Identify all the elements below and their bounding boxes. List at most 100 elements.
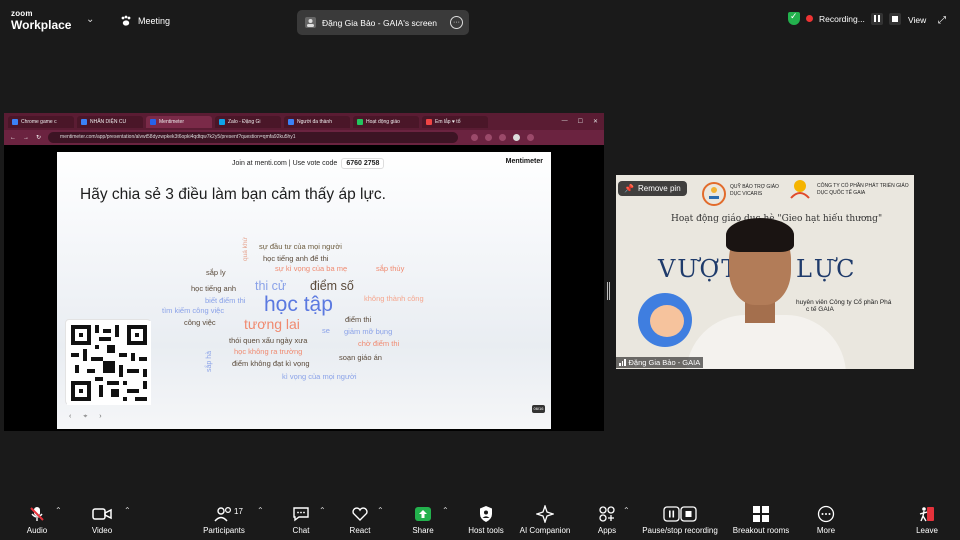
arrow-right-icon[interactable]: › <box>99 413 101 421</box>
apps-button[interactable]: Apps <box>574 504 640 535</box>
audio-options-caret[interactable]: ⌃ <box>55 506 62 515</box>
browser-tab[interactable]: Zalo - Đặng Gi <box>215 115 281 128</box>
share-options-caret[interactable]: ⌃ <box>442 506 449 515</box>
qr-code <box>65 319 151 405</box>
menu-icon[interactable] <box>527 134 535 141</box>
person-hair <box>726 218 794 252</box>
back-icon[interactable]: ← <box>10 135 16 141</box>
browser-tab[interactable]: Người đa thành <box>284 115 350 128</box>
pause-stop-recording-button[interactable]: Pause/stop recording <box>638 504 722 535</box>
word-cloud-item: tương lai <box>244 316 300 332</box>
word-cloud-item: học không ra trường <box>234 347 303 356</box>
join-text: Join at menti.com | Use vote code <box>232 160 338 167</box>
zoom-logo[interactable]: zoom Workplace <box>11 10 71 32</box>
mentimeter-slide: Join at menti.com | Use vote code 6760 2… <box>57 152 551 429</box>
word-cloud-item: học tiếng anh <box>191 284 237 293</box>
forward-icon[interactable]: → <box>23 135 29 141</box>
word-cloud-item: điểm thi <box>345 315 372 324</box>
pause-recording-button[interactable] <box>870 12 883 25</box>
extension-icon[interactable] <box>485 134 493 141</box>
word-cloud-item: không thành công <box>364 294 424 303</box>
minimize-icon[interactable]: — <box>562 118 568 125</box>
video-options-caret[interactable]: ⌃ <box>124 506 131 515</box>
slide-question: Hãy chia sẻ 3 điều làm bạn cảm thấy áp l… <box>80 186 386 203</box>
word-cloud-item: se <box>322 326 330 335</box>
stop-recording-button[interactable] <box>888 12 901 25</box>
org2-name: CÔNG TY CỔ PHẦN PHÁT TRIỂN GIÁO DỤC QUỐC… <box>817 183 909 196</box>
recording-label: Recording... <box>819 13 865 24</box>
maximize-icon[interactable]: ☐ <box>578 118 583 125</box>
reload-icon[interactable]: ↻ <box>36 134 41 141</box>
participant-name: Đặng Gia Bảo - GAIA <box>628 358 701 367</box>
splitter-handle[interactable] <box>607 282 610 300</box>
extension-icon[interactable] <box>471 134 479 141</box>
remove-pin-button[interactable]: 📌 Remove pin <box>618 181 687 196</box>
sparkle-icon <box>536 505 554 523</box>
arrow-left-icon[interactable]: ‹ <box>69 413 71 421</box>
video-background-banner: QUỸ BẢO TRỢ GIÁO DỤC VICARIS CÔNG TY CỔ … <box>656 175 914 209</box>
chevron-down-icon[interactable]: ⌄ <box>86 14 94 25</box>
favicon-icon <box>12 118 18 125</box>
more-button[interactable]: More <box>793 504 859 535</box>
apps-options-caret[interactable]: ⌃ <box>623 506 630 515</box>
browser-tab-strip: Chrome game c NHÂN DIỆN CU Mentimeter Za… <box>4 113 604 130</box>
security-shield-icon <box>788 11 800 25</box>
avatar-icon <box>305 17 316 28</box>
chat-options-caret[interactable]: ⌃ <box>319 506 326 515</box>
word-cloud-item: soạn giáo án <box>339 353 382 362</box>
address-bar[interactable]: mentimeter.com/app/presentation/alvwt58d… <box>48 132 459 143</box>
slide-footer: ‹ ⌖ › <box>69 413 102 421</box>
word-cloud-item: sắp thủy <box>376 264 405 273</box>
browser-tab[interactable]: Em lắp ♥ tổ <box>422 115 488 128</box>
ai-companion-button[interactable]: AI Companion <box>512 504 578 535</box>
share-screen-icon <box>415 507 431 521</box>
word-cloud-item: công việc <box>184 318 216 327</box>
gaia-logo <box>790 180 810 199</box>
qr-code-image <box>67 321 151 405</box>
window-controls: — ☐ ✕ <box>562 118 604 125</box>
participants-icon <box>214 506 232 522</box>
cartoon-face <box>650 305 684 337</box>
host-tools-button[interactable]: Host tools <box>453 504 519 535</box>
profile-avatar[interactable] <box>513 134 521 141</box>
leave-button[interactable]: Leave <box>894 504 960 535</box>
browser-tab[interactable]: Chrome game c <box>8 115 74 128</box>
browser-tab[interactable]: NHÂN DIỆN CU <box>77 115 143 128</box>
slide-counter: 06/16 <box>532 405 545 413</box>
location-icon[interactable]: ⌖ <box>83 413 87 421</box>
participant-name-tag: Đặng Gia Bảo - GAIA <box>616 357 704 368</box>
share-title-pill[interactable]: Đặng Gia Bảo - GAIA's screen ··· <box>297 10 469 35</box>
background-caption: huyên viên Công ty Cổ phần Phá c tế GAIA <box>796 299 892 313</box>
react-options-caret[interactable]: ⌃ <box>377 506 384 515</box>
microphone-muted-icon <box>30 507 44 521</box>
favicon-icon <box>219 118 225 125</box>
fullscreen-icon[interactable]: ⤢ <box>938 15 946 26</box>
mentimeter-logo: Mentimeter <box>505 158 543 165</box>
word-cloud-item: quá khứ <box>242 237 249 261</box>
word-cloud-item: thi cử <box>255 279 287 293</box>
meeting-menu[interactable]: Meeting <box>120 15 170 27</box>
vote-code: 6760 2758 <box>341 158 385 169</box>
breakout-rooms-button[interactable]: Breakout rooms <box>728 504 794 535</box>
word-cloud-item: chờ điểm thi <box>358 339 400 348</box>
browser-tab-active[interactable]: Mentimeter <box>146 115 212 128</box>
meeting-toolbar: Audio ⌃ Video ⌃ Participants 17 ⌃ Chat ⌃… <box>0 498 960 540</box>
word-cloud-item: kì vọng của mọi người <box>282 372 357 381</box>
participants-options-caret[interactable]: ⌃ <box>257 506 264 515</box>
chat-icon <box>293 507 309 522</box>
browser-tab[interactable]: Hoạt động giáo <box>353 115 419 128</box>
view-menu[interactable]: View <box>908 15 926 25</box>
extension-icon[interactable] <box>499 134 507 141</box>
participants-button[interactable]: Participants <box>191 504 257 535</box>
browser-toolbar: ← → ↻ mentimeter.com/app/presentation/al… <box>4 130 604 145</box>
word-cloud-item: học tập <box>264 293 333 316</box>
participant-video[interactable]: QUỸ BẢO TRỢ GIÁO DỤC VICARIS CÔNG TY CỔ … <box>616 175 914 369</box>
more-options-icon[interactable]: ··· <box>450 16 463 29</box>
favicon-icon <box>426 118 432 125</box>
apps-icon <box>599 506 615 522</box>
favicon-icon <box>288 118 294 125</box>
recording-dot-icon <box>806 15 813 22</box>
close-icon[interactable]: ✕ <box>593 118 598 125</box>
participants-count: 17 <box>234 507 243 516</box>
word-cloud-item: biết điểm thi <box>205 296 246 305</box>
